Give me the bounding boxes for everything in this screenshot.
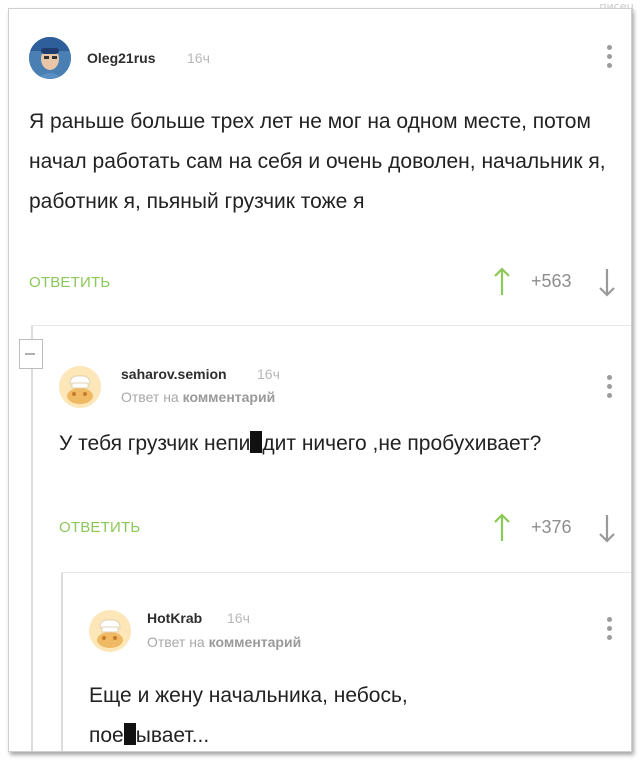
reply-to-link[interactable]: Ответ на комментарий <box>147 634 301 650</box>
comment-text-line1: Еще и жену начальника, небось, <box>89 684 408 707</box>
comment-time: 16ч <box>227 610 250 626</box>
censor-block <box>123 723 136 745</box>
chef-bun-avatar-icon <box>89 610 131 652</box>
comment-hotkrab: HotKrab 16ч Ответ на комментарий Еще и ж… <box>9 9 631 751</box>
comments-thread: Oleg21rus 16ч Я раньше больше трех лет н… <box>8 8 632 752</box>
avatar[interactable] <box>89 610 131 652</box>
author-name[interactable]: HotKrab <box>147 610 202 626</box>
comment-text-line2: пое ывает... <box>89 716 609 751</box>
more-options-icon[interactable] <box>607 617 613 647</box>
comment-text-part2: ывает... <box>135 724 210 747</box>
comment-text: Еще и жену начальника, небось, пое ывает.… <box>89 676 609 751</box>
reply-to-prefix: Ответ на <box>147 634 205 650</box>
comment-text-part1: пое <box>89 724 124 747</box>
reply-to-target[interactable]: комментарий <box>209 634 302 650</box>
